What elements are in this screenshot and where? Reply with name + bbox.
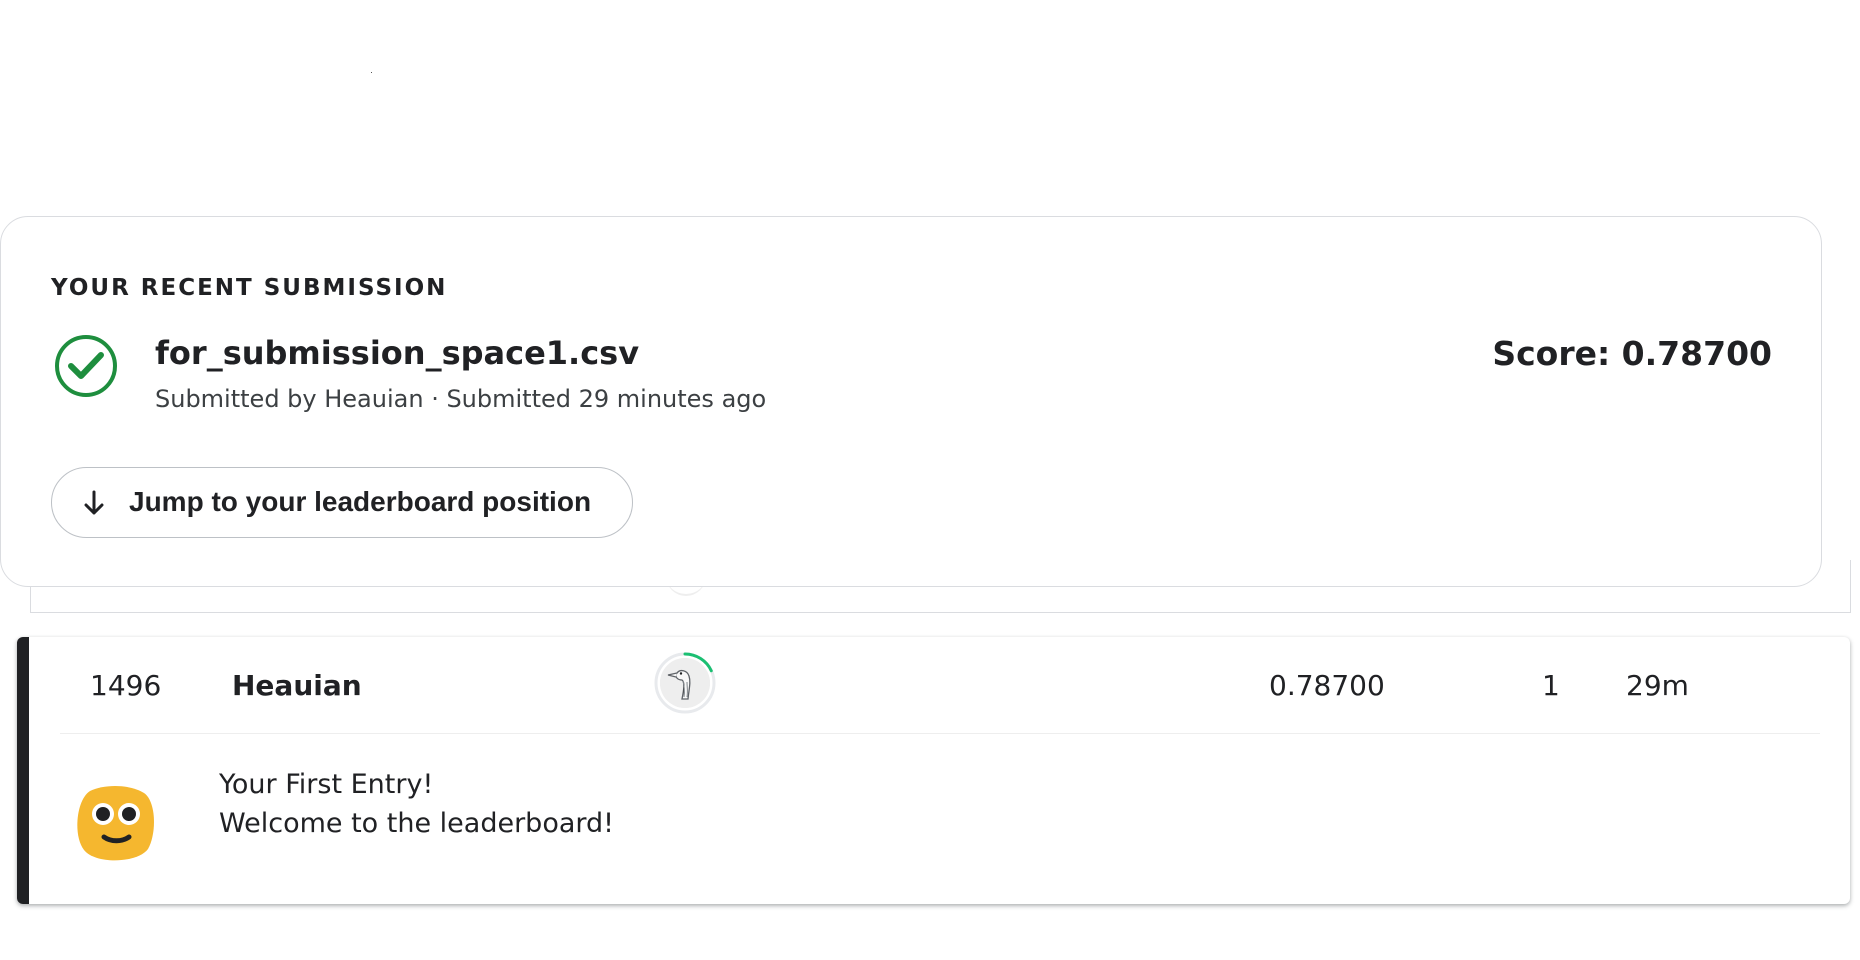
jump-to-leaderboard-position-button[interactable]: Jump to your leaderboard position [51,467,633,538]
leaderboard-last-submission: 29m [1626,669,1689,702]
smiling-face-icon [77,785,154,861]
recent-submission-heading: YOUR RECENT SUBMISSION [51,275,448,301]
page: YOUR RECENT SUBMISSION for_submission_sp… [0,0,1860,960]
leaderboard-entries: 1 [1542,669,1560,702]
submission-score: Score: 0.78700 [1492,334,1772,373]
user-avatar-icon [660,658,710,708]
submission-meta: Submitted by Heauian · Submitted 29 minu… [155,385,767,413]
arrow-down-icon [84,490,104,515]
leaderboard-team-name[interactable]: Heauian [232,669,362,702]
leaderboard-entry-card[interactable]: 1496 Heauian 0.78700 1 29m Your First En… [17,637,1850,904]
achievement-title: Your First Entry! [219,769,434,800]
user-avatar[interactable] [653,651,717,715]
jump-button-label: Jump to your leaderboard position [129,486,592,517]
leaderboard-rank: 1496 [90,669,162,702]
entry-divider [60,733,1820,734]
submission-file-name: for_submission_space1.csv [155,334,640,372]
decorative-dot [371,72,372,73]
current-user-accent-bar [17,637,29,904]
check-circle-icon [55,335,117,397]
achievement-message: Welcome to the leaderboard! [219,808,614,839]
recent-submission-card: YOUR RECENT SUBMISSION for_submission_sp… [0,216,1822,587]
leaderboard-score: 0.78700 [1269,669,1385,702]
